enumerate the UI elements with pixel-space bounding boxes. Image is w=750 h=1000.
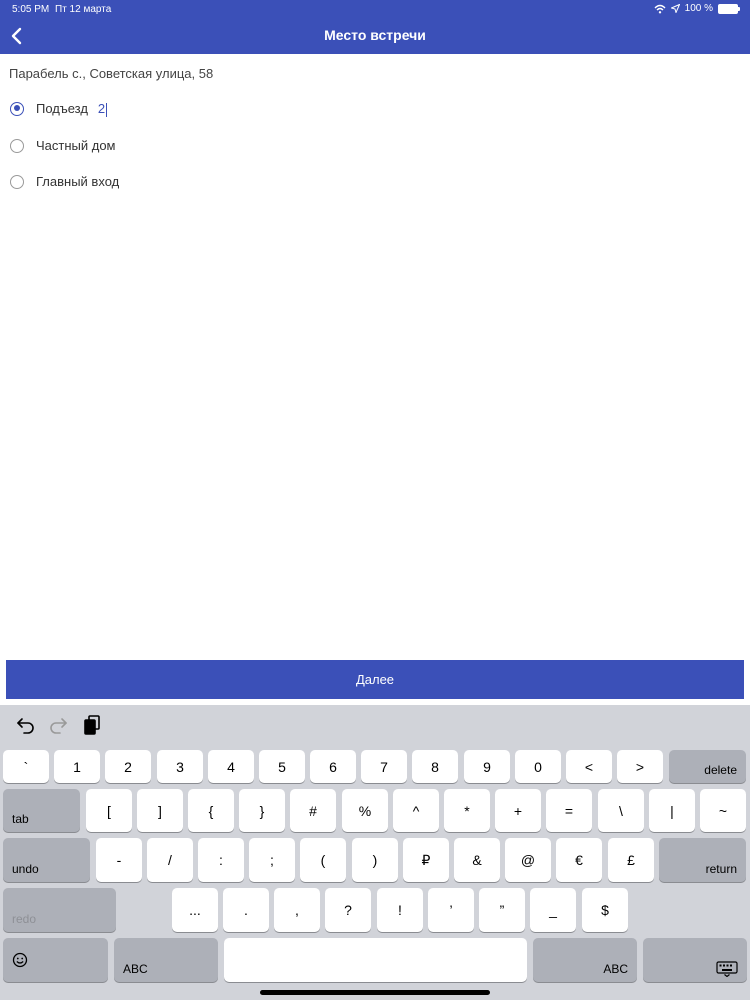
text-caret — [106, 102, 108, 117]
key[interactable]: | — [649, 789, 695, 832]
key[interactable]: , — [274, 888, 320, 932]
next-button[interactable]: Далее — [6, 660, 744, 699]
key[interactable]: 7 — [361, 750, 407, 783]
option-main-entrance[interactable]: Главный вход — [10, 174, 119, 189]
key[interactable]: ₽ — [403, 838, 449, 882]
key[interactable]: } — [239, 789, 285, 832]
key[interactable]: [ — [86, 789, 132, 832]
tab-key[interactable]: tab — [3, 789, 80, 832]
entrance-number-value: 2 — [97, 101, 106, 116]
key[interactable]: ~ — [700, 789, 746, 832]
key[interactable]: ! — [377, 888, 423, 932]
option-private-house[interactable]: Частный дом — [10, 138, 116, 153]
key[interactable]: = — [546, 789, 592, 832]
key[interactable]: \ — [598, 789, 644, 832]
key[interactable]: + — [495, 789, 541, 832]
key[interactable]: ] — [137, 789, 183, 832]
key[interactable]: 2 — [105, 750, 151, 783]
nav-bar: Место встречи — [0, 18, 750, 54]
key[interactable]: { — [188, 789, 234, 832]
key[interactable]: < — [566, 750, 612, 783]
key[interactable]: 0 — [515, 750, 561, 783]
key[interactable]: . — [223, 888, 269, 932]
key[interactable]: ’ — [428, 888, 474, 932]
emoji-key[interactable] — [3, 938, 108, 982]
wifi-icon — [654, 4, 666, 13]
dismiss-keyboard-key[interactable] — [643, 938, 747, 982]
redo-arrow-icon[interactable] — [46, 713, 70, 737]
key[interactable]: £ — [608, 838, 654, 882]
delete-key[interactable]: delete — [669, 750, 746, 783]
entrance-number-input[interactable]: 2 — [97, 101, 108, 117]
battery-percent: 100 % — [684, 3, 713, 14]
key[interactable]: & — [454, 838, 500, 882]
status-bar: 5:05 PM Пт 12 марта 100 % — [0, 0, 750, 18]
key[interactable]: 4 — [208, 750, 254, 783]
key[interactable]: ; — [249, 838, 295, 882]
key[interactable]: 1 — [54, 750, 100, 783]
status-date: Пт 12 марта — [55, 4, 112, 15]
key[interactable]: % — [342, 789, 388, 832]
option-label: Главный вход — [36, 174, 120, 189]
option-entrance[interactable]: Подъезд 2 — [10, 101, 108, 117]
key[interactable]: * — [444, 789, 490, 832]
key[interactable]: @ — [505, 838, 551, 882]
key[interactable]: € — [556, 838, 602, 882]
key[interactable]: ? — [325, 888, 371, 932]
status-right: 100 % — [654, 3, 740, 14]
keyboard-dismiss-icon — [716, 961, 738, 977]
home-indicator[interactable] — [260, 990, 490, 995]
key[interactable]: / — [147, 838, 193, 882]
key[interactable]: : — [198, 838, 244, 882]
key[interactable]: ) — [352, 838, 398, 882]
address-text: Парабель с., Советская улица, 58 — [9, 66, 214, 81]
option-label: Подъезд — [36, 101, 88, 117]
keyboard-toolbar — [0, 705, 750, 745]
abc-left-key[interactable]: ABC — [114, 938, 218, 982]
undo-arrow-icon[interactable] — [14, 713, 38, 737]
undo-key[interactable]: undo — [3, 838, 90, 882]
key[interactable]: ` — [3, 750, 49, 783]
key[interactable]: 6 — [310, 750, 356, 783]
key[interactable]: # — [290, 789, 336, 832]
emoji-icon — [12, 952, 28, 968]
key[interactable]: > — [617, 750, 663, 783]
radio-unselected-icon[interactable] — [10, 174, 24, 189]
keyboard: ` 1 2 3 4 5 6 7 8 9 0 < > delete tab [ ]… — [0, 705, 750, 1000]
key[interactable]: 9 — [464, 750, 510, 783]
radio-unselected-icon[interactable] — [10, 138, 24, 153]
key[interactable]: ^ — [393, 789, 439, 832]
key[interactable]: _ — [530, 888, 576, 932]
radio-selected-icon[interactable] — [10, 101, 24, 116]
redo-key[interactable]: redo — [3, 888, 116, 932]
key[interactable]: 3 — [157, 750, 203, 783]
key[interactable]: 8 — [412, 750, 458, 783]
page-title: Место встречи — [324, 27, 426, 43]
battery-icon — [718, 3, 740, 14]
status-time: 5:05 PM — [12, 4, 50, 15]
option-label: Частный дом — [36, 138, 116, 153]
key[interactable]: 5 — [259, 750, 305, 783]
clipboard-icon[interactable] — [80, 713, 104, 737]
key[interactable]: $ — [582, 888, 628, 932]
abc-right-key[interactable]: ABC — [533, 938, 637, 982]
key[interactable]: ” — [479, 888, 525, 932]
key[interactable]: ( — [300, 838, 346, 882]
key[interactable]: ... — [172, 888, 218, 932]
location-icon — [670, 4, 680, 13]
key[interactable]: - — [96, 838, 142, 882]
return-key[interactable]: return — [659, 838, 746, 882]
space-key[interactable] — [224, 938, 527, 982]
